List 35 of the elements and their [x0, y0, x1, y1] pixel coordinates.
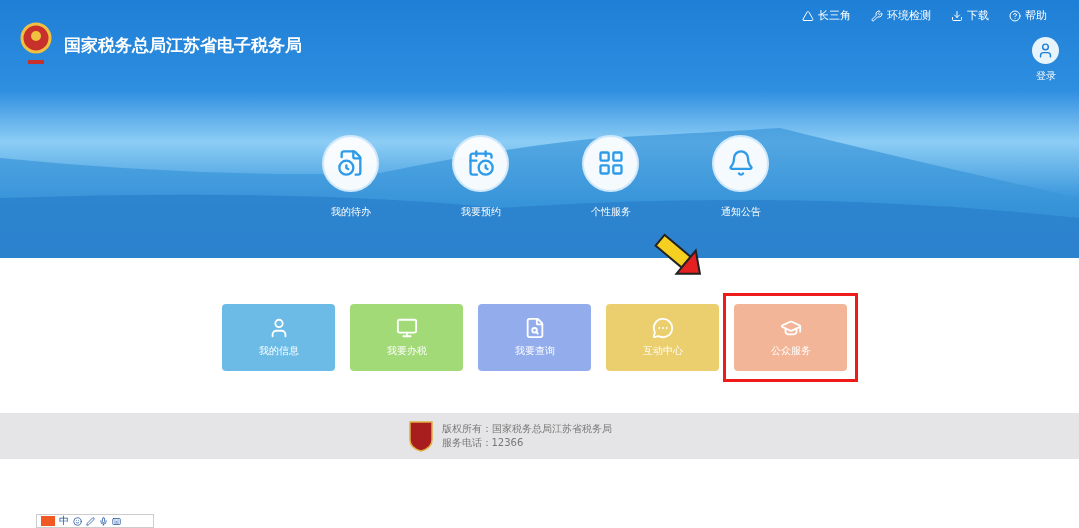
person-icon — [1037, 41, 1054, 59]
pen-icon[interactable] — [86, 516, 95, 526]
calendar-clock-icon — [466, 149, 495, 177]
help-icon — [1009, 10, 1021, 23]
chat-bubble-icon — [651, 317, 674, 339]
footer-text: 版权所有：国家税务总局江苏省税务局 — [441, 422, 612, 436]
quick-item-label[interactable]: 个性服务 — [590, 203, 631, 219]
quick-item-label[interactable]: 通知公告 — [720, 203, 761, 219]
monitor-icon — [395, 317, 418, 339]
service-tile[interactable]: 我要查询 — [478, 304, 591, 371]
download-icon — [951, 10, 963, 23]
top-link[interactable]: 帮助 — [1009, 8, 1047, 25]
quick-item-button[interactable] — [452, 134, 509, 192]
smiley-icon[interactable] — [73, 516, 82, 526]
quick-item-button[interactable] — [322, 134, 379, 192]
grid-icon — [596, 149, 625, 177]
document-clock-icon — [336, 149, 365, 177]
wrench-icon — [871, 10, 883, 23]
input-mode-toggle[interactable]: 中 — [59, 516, 69, 526]
top-link[interactable]: 环境检测 — [871, 8, 931, 25]
avatar-button[interactable] — [1032, 36, 1059, 64]
footer-text: 服务电话：12366 — [441, 436, 525, 450]
keyboard-icon[interactable] — [112, 516, 121, 526]
ime-logo-icon — [41, 516, 55, 526]
login-link[interactable]: 登录 — [1035, 67, 1056, 83]
site-title: 国家税务总局江苏省电子税务局 — [64, 33, 302, 57]
shield-emblem-icon — [407, 420, 434, 452]
bell-icon — [726, 149, 755, 177]
quick-item-label[interactable]: 我的待办 — [330, 203, 371, 219]
top-link[interactable]: 下载 — [951, 8, 989, 25]
triangle-icon — [802, 10, 814, 23]
quick-item-label[interactable]: 我要预约 — [460, 203, 501, 219]
microphone-icon[interactable] — [99, 516, 108, 526]
service-tile[interactable]: 我的信息 — [222, 304, 335, 371]
top-link[interactable]: 长三角 — [802, 8, 851, 25]
